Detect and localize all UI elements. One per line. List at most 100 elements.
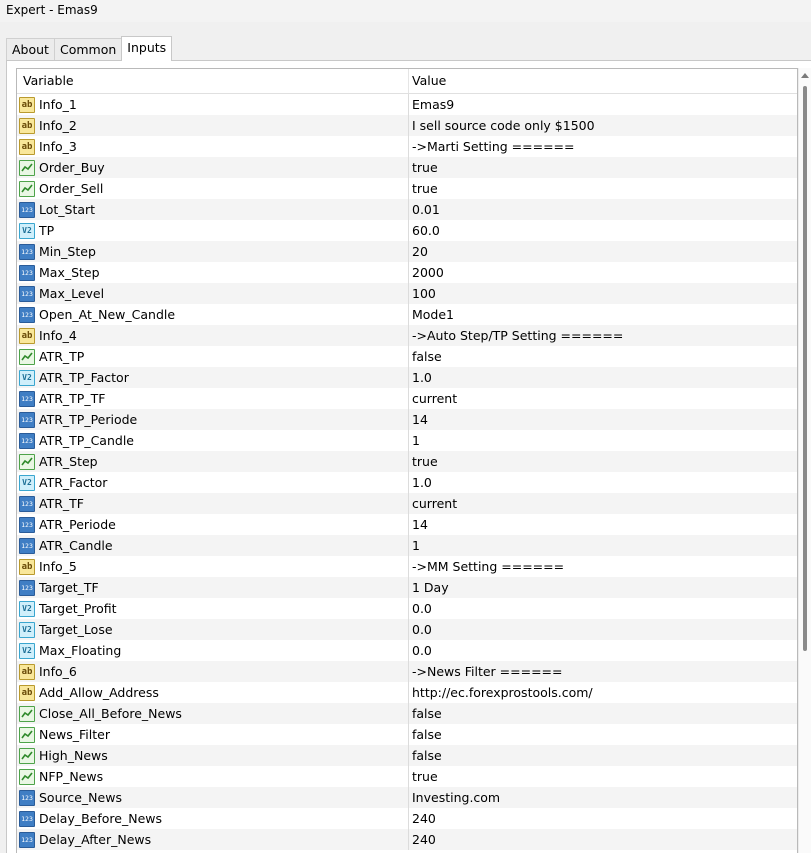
tab-inputs[interactable]: Inputs: [121, 36, 173, 61]
value-cell[interactable]: true: [409, 766, 797, 787]
table-row[interactable]: 123 Max_Step 2000: [17, 262, 797, 283]
table-row[interactable]: ab Info_5 ->MM Setting ======: [17, 556, 797, 577]
variable-name: Max_Level: [39, 286, 105, 301]
value-cell[interactable]: http://ec.forexprostools.com/: [409, 682, 797, 703]
variable-name: Info_5: [39, 559, 77, 574]
table-row[interactable]: Close_All_Before_News false: [17, 703, 797, 724]
bool-type-icon: [19, 705, 35, 722]
table-row[interactable]: NFP_News true: [17, 766, 797, 787]
table-row[interactable]: ab Info_3 ->Marti Setting ======: [17, 136, 797, 157]
value-cell[interactable]: 1 Day: [409, 577, 797, 598]
table-row[interactable]: 123 Source_News Investing.com: [17, 787, 797, 808]
value-cell[interactable]: false: [409, 745, 797, 766]
variable-name: TP: [39, 223, 55, 238]
variable-name: Max_Step: [39, 265, 100, 280]
bool-type-icon: [19, 747, 35, 764]
variable-cell: 123 Target_TF: [17, 577, 409, 598]
table-row[interactable]: 123 Max_Level 100: [17, 283, 797, 304]
table-row[interactable]: 123 ATR_TP_Candle 1: [17, 430, 797, 451]
integer-type-icon: 123: [19, 432, 35, 449]
column-header-variable[interactable]: Variable: [17, 69, 409, 93]
value-cell[interactable]: current: [409, 388, 797, 409]
table-row[interactable]: V2 Target_Lose 0.0: [17, 619, 797, 640]
value-cell[interactable]: false: [409, 724, 797, 745]
table-row[interactable]: Order_Sell true: [17, 178, 797, 199]
table-row[interactable]: 123 ATR_Periode 14: [17, 514, 797, 535]
table-row[interactable]: Order_Buy true: [17, 157, 797, 178]
integer-type-icon: 123: [19, 516, 35, 533]
table-row[interactable]: 123 ATR_TP_TF current: [17, 388, 797, 409]
table-row[interactable]: 123 Min_Step 20: [17, 241, 797, 262]
value-cell[interactable]: 0.01: [409, 199, 797, 220]
variable-cell: 123 ATR_Candle: [17, 535, 409, 556]
value-cell[interactable]: Mode1: [409, 304, 797, 325]
value-cell[interactable]: 60.0: [409, 220, 797, 241]
value-cell[interactable]: 0.0: [409, 640, 797, 661]
scroll-up-arrow-icon[interactable]: [801, 73, 809, 78]
value-cell[interactable]: ->News Filter ======: [409, 661, 797, 682]
table-row[interactable]: ab Info_6 ->News Filter ======: [17, 661, 797, 682]
table-row[interactable]: V2 Target_Profit 0.0: [17, 598, 797, 619]
table-row[interactable]: ab Add_Allow_Address http://ec.forexprosto…: [17, 682, 797, 703]
scrollbar-thumb[interactable]: [803, 86, 807, 651]
table-row[interactable]: High_News false: [17, 745, 797, 766]
table-row[interactable]: ab Info_1 Emas9: [17, 94, 797, 115]
table-row[interactable]: 123 Delay_After_News 240: [17, 829, 797, 850]
value-cell[interactable]: 1.0: [409, 367, 797, 388]
variable-cell: News_Filter: [17, 724, 409, 745]
value-cell[interactable]: I sell source code only $1500: [409, 115, 797, 136]
table-row[interactable]: V2 ATR_TP_Factor 1.0: [17, 367, 797, 388]
string-type-icon: ab: [19, 663, 35, 680]
table-row[interactable]: 123 ATR_TP_Periode 14: [17, 409, 797, 430]
table-row[interactable]: 123 Open_At_New_Candle Mode1: [17, 304, 797, 325]
table-row[interactable]: ATR_Step true: [17, 451, 797, 472]
value-cell[interactable]: ->Auto Step/TP Setting ======: [409, 325, 797, 346]
integer-type-icon: 123: [19, 537, 35, 554]
vertical-scrollbar[interactable]: [798, 68, 811, 853]
value-cell[interactable]: 240: [409, 829, 797, 850]
value-cell[interactable]: false: [409, 346, 797, 367]
value-cell[interactable]: Emas9: [409, 94, 797, 115]
value-cell[interactable]: ->MM Setting ======: [409, 556, 797, 577]
value-cell[interactable]: 100: [409, 283, 797, 304]
variable-cell: ab Info_4: [17, 325, 409, 346]
value-cell[interactable]: 240: [409, 808, 797, 829]
tab-common[interactable]: Common: [53, 38, 123, 60]
value-cell[interactable]: true: [409, 178, 797, 199]
table-row[interactable]: V2 ATR_Factor 1.0: [17, 472, 797, 493]
value-cell[interactable]: 1.0: [409, 472, 797, 493]
value-cell[interactable]: 14: [409, 409, 797, 430]
bool-type-icon: [19, 726, 35, 743]
integer-type-icon: 123: [19, 831, 35, 848]
table-row[interactable]: ab Info_4 ->Auto Step/TP Setting ======: [17, 325, 797, 346]
variable-name: Min_Step: [39, 244, 96, 259]
table-row[interactable]: News_Filter false: [17, 724, 797, 745]
value-cell[interactable]: 14: [409, 514, 797, 535]
value-cell[interactable]: 1: [409, 535, 797, 556]
value-cell[interactable]: ->Marti Setting ======: [409, 136, 797, 157]
variable-name: ATR_TP_Periode: [39, 412, 138, 427]
table-row[interactable]: 123 Target_TF 1 Day: [17, 577, 797, 598]
variable-name: Open_At_New_Candle: [39, 307, 176, 322]
table-row[interactable]: ATR_TP false: [17, 346, 797, 367]
variable-cell: V2 Target_Profit: [17, 598, 409, 619]
value-cell[interactable]: 2000: [409, 262, 797, 283]
value-cell[interactable]: 20: [409, 241, 797, 262]
value-cell[interactable]: 0.0: [409, 598, 797, 619]
tab-about[interactable]: About: [6, 38, 55, 60]
value-cell[interactable]: true: [409, 157, 797, 178]
table-row[interactable]: 123 Lot_Start 0.01: [17, 199, 797, 220]
table-row[interactable]: V2 Max_Floating 0.0: [17, 640, 797, 661]
table-row[interactable]: 123 Delay_Before_News 240: [17, 808, 797, 829]
column-header-value[interactable]: Value: [409, 69, 797, 93]
table-row[interactable]: ab Info_2 I sell source code only $1500: [17, 115, 797, 136]
value-cell[interactable]: false: [409, 703, 797, 724]
value-cell[interactable]: 1: [409, 430, 797, 451]
value-cell[interactable]: 0.0: [409, 619, 797, 640]
table-row[interactable]: 123 ATR_Candle 1: [17, 535, 797, 556]
value-cell[interactable]: true: [409, 451, 797, 472]
table-row[interactable]: 123 ATR_TF current: [17, 493, 797, 514]
value-cell[interactable]: Investing.com: [409, 787, 797, 808]
value-cell[interactable]: current: [409, 493, 797, 514]
table-row[interactable]: V2 TP 60.0: [17, 220, 797, 241]
